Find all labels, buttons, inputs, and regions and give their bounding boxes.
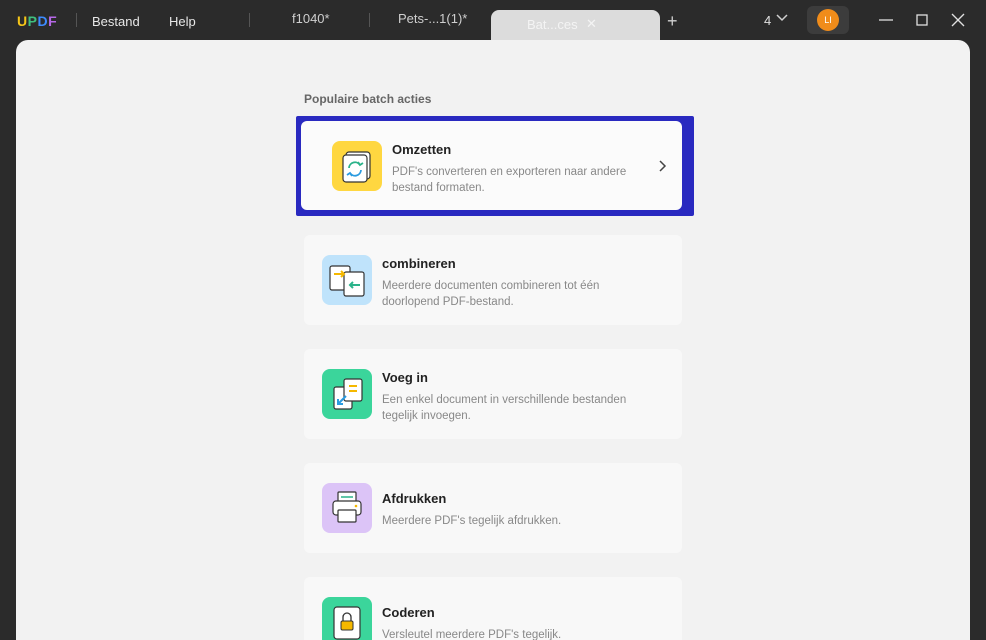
action-card-coderen[interactable]: Coderen Versleutel meerdere PDF's tegeli… xyxy=(304,577,682,640)
action-card-afdrukken[interactable]: Afdrukken Meerdere PDF's tegelijk afdruk… xyxy=(304,463,682,553)
tab-batch[interactable]: Bat...ces ✕ xyxy=(491,10,660,42)
action-card-combineren[interactable]: combineren Meerdere documenten combinere… xyxy=(304,235,682,325)
insert-icon xyxy=(322,369,372,419)
tab-batch-label: Bat...ces xyxy=(527,17,578,32)
card-title: Omzetten xyxy=(392,142,452,157)
close-window-icon[interactable] xyxy=(948,10,968,30)
separator xyxy=(369,13,370,27)
avatar: LI xyxy=(817,9,839,31)
card-description: Een enkel document in verschillende best… xyxy=(382,394,627,422)
account-button[interactable]: LI xyxy=(807,6,849,34)
updf-logo[interactable]: UPDF xyxy=(17,13,57,29)
action-card-omzetten[interactable]: Omzetten PDF's converteren en exporteren… xyxy=(296,116,694,216)
card-description: Meerdere documenten combineren tot één d… xyxy=(382,280,600,308)
tab-close-icon[interactable]: ✕ xyxy=(586,16,597,32)
lock-icon xyxy=(322,597,372,640)
maximize-icon[interactable] xyxy=(912,10,932,30)
chevron-down-icon[interactable] xyxy=(776,12,788,24)
card-title: Afdrukken xyxy=(382,491,447,506)
card-title: Voeg in xyxy=(382,370,428,385)
card-title: combineren xyxy=(382,256,456,271)
section-title: Populaire batch acties xyxy=(304,92,432,106)
card-title: Coderen xyxy=(382,605,435,620)
chevron-right-icon xyxy=(659,160,667,172)
minimize-icon[interactable] xyxy=(876,10,896,30)
combine-icon xyxy=(322,255,372,305)
menu-bestand[interactable]: Bestand xyxy=(92,14,140,29)
action-card-voeg-in[interactable]: Voeg in Een enkel document in verschille… xyxy=(304,349,682,439)
tab-f1040[interactable]: f1040* xyxy=(292,11,330,26)
convert-icon xyxy=(332,141,382,191)
window-count[interactable]: 4 xyxy=(764,13,771,28)
menu-help[interactable]: Help xyxy=(169,14,196,29)
separator xyxy=(249,13,250,27)
card-description: Meerdere PDF's tegelijk afdrukken. xyxy=(382,515,562,527)
card-description: PDF's converteren en exporteren naar and… xyxy=(392,166,627,194)
card-description: Versleutel meerdere PDF's tegelijk. xyxy=(382,629,562,640)
title-bar: UPDF Bestand Help f1040* Pets-...1(1)* B… xyxy=(0,0,986,42)
separator xyxy=(76,13,77,27)
print-icon xyxy=(322,483,372,533)
tab-pets[interactable]: Pets-...1(1)* xyxy=(398,11,467,26)
main-panel: Populaire batch acties Omzetten PDF's co… xyxy=(16,40,970,640)
new-tab-plus-icon[interactable]: + xyxy=(667,11,678,32)
